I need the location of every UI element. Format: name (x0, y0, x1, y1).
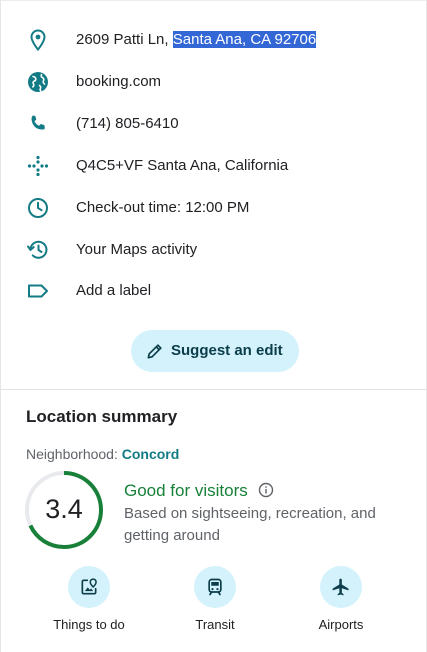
attractions-icon (81, 578, 97, 595)
things-to-do-button[interactable]: Things to do (39, 566, 139, 636)
rating-description: Based on sightseeing, recreation, and ge… (124, 505, 376, 544)
add-label-link[interactable]: Add a label (76, 281, 151, 301)
checkout-row[interactable]: Check-out time: 12:00 PM (0, 187, 427, 229)
globe-icon (26, 70, 50, 94)
transit-label: Transit (195, 617, 235, 632)
rating-title: Good for visitors (124, 481, 248, 500)
plus-code-text: Q4C5+VF Santa Ana, California (76, 157, 289, 174)
clock-icon (26, 196, 50, 220)
things-to-do-label: Things to do (53, 617, 125, 632)
location-summary-title: Location summary (26, 407, 178, 426)
train-icon (208, 578, 222, 596)
website-row[interactable]: booking.com (0, 61, 427, 103)
plus-code-icon (26, 154, 50, 178)
airports-circle (320, 566, 362, 608)
neighborhood-line: Neighborhood: Concord (26, 445, 179, 463)
address-text: 2609 Patti Ln, Santa Ana, CA 92706 (76, 30, 317, 50)
neighborhood-label: Neighborhood: (26, 446, 122, 462)
top-border (0, 0, 427, 1)
phone-row[interactable]: (714) 805-6410 (0, 103, 427, 145)
score-gauge: 3.4 (24, 470, 104, 550)
website-link[interactable]: booking.com (76, 72, 161, 92)
plus-code-row[interactable]: Q4C5+VF Santa Ana, California (0, 145, 427, 187)
address-street: 2609 Patti Ln, (76, 31, 173, 48)
suggest-edit-button[interactable]: Suggest an edit (131, 330, 299, 372)
label-icon (26, 279, 50, 303)
history-icon (26, 238, 50, 262)
maps-activity-link[interactable]: Your Maps activity (76, 240, 197, 260)
location-pin-icon (26, 28, 50, 52)
phone-number[interactable]: (714) 805-6410 (76, 114, 179, 134)
score-value: 3.4 (45, 494, 83, 524)
pencil-icon (145, 341, 165, 361)
airplane-icon (332, 578, 349, 596)
suggest-edit-label: Suggest an edit (171, 342, 283, 359)
add-label-row[interactable]: Add a label (0, 270, 427, 312)
checkout-time-text: Check-out time: 12:00 PM (76, 199, 250, 216)
info-icon[interactable] (258, 482, 274, 498)
address-row[interactable]: 2609 Patti Ln, Santa Ana, CA 92706 (0, 19, 427, 61)
section-divider (0, 389, 427, 390)
maps-activity-row[interactable]: Your Maps activity (0, 229, 427, 271)
transit-circle (194, 566, 236, 608)
neighborhood-link[interactable]: Concord (122, 446, 180, 462)
things-to-do-circle (68, 566, 110, 608)
airports-label: Airports (318, 617, 364, 632)
airports-button[interactable]: Airports (291, 566, 391, 636)
phone-icon (26, 112, 50, 136)
transit-button[interactable]: Transit (165, 566, 265, 636)
address-selected-text: Santa Ana, CA 92706 (172, 31, 317, 48)
